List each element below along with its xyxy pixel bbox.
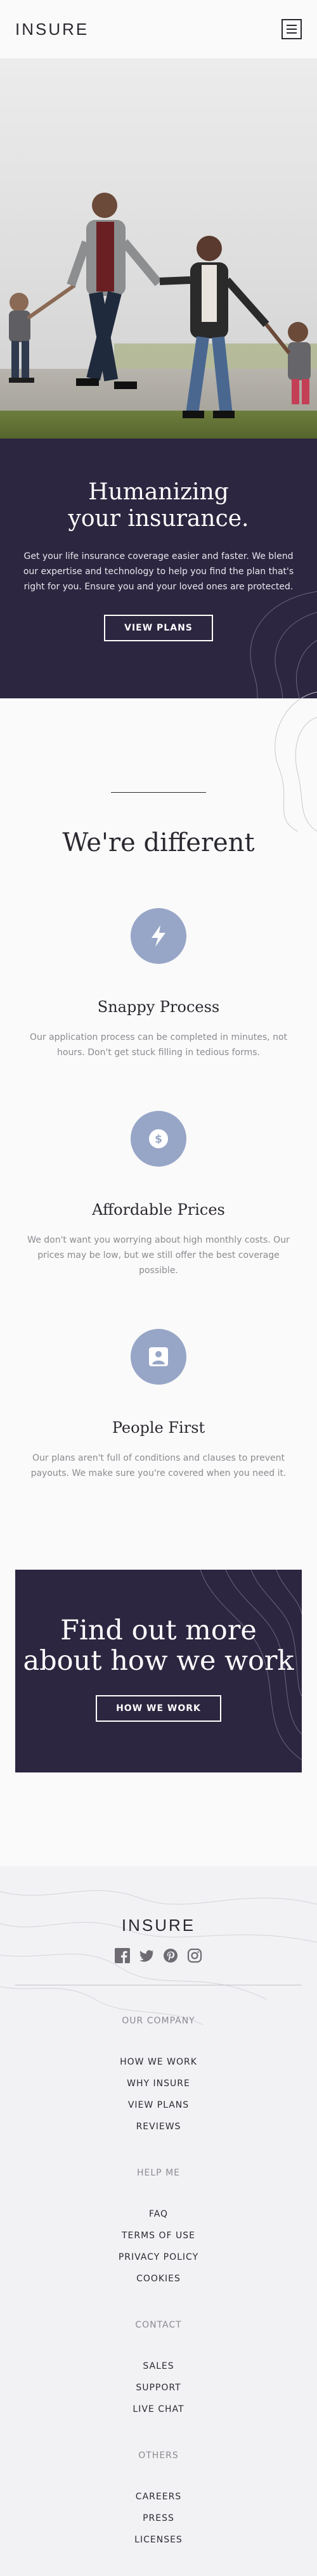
hero-title-line1: Humanizing: [88, 479, 229, 505]
hero-section: Humanizing your insurance. Get your life…: [0, 439, 317, 698]
footer-link[interactable]: LICENSES: [15, 2529, 302, 2551]
footer-group-title: CONTACT: [135, 2320, 182, 2330]
how-we-work-button[interactable]: HOW WE WORK: [96, 1695, 221, 1722]
hero-title: Humanizing your insurance.: [19, 479, 298, 532]
hero-image: [0, 58, 317, 439]
footer-link[interactable]: CAREERS: [15, 2486, 302, 2508]
footer-link[interactable]: LIVE CHAT: [15, 2399, 302, 2420]
feature-title: People First: [112, 1419, 205, 1437]
footer-group-others: OTHERS CAREERS PRESS LICENSES: [15, 2451, 302, 2551]
feature-text: Our plans aren't full of conditions and …: [30, 1453, 287, 1478]
site-footer: INSURE OUR COMPANY HOW WE WORK WHY INSUR…: [0, 1866, 317, 2576]
person-icon: [131, 1329, 186, 1385]
footer-link[interactable]: COOKIES: [15, 2268, 302, 2290]
contour-pattern-light: [275, 691, 317, 831]
hero-title-line2: your insurance.: [68, 506, 249, 532]
facebook-icon[interactable]: [115, 1948, 130, 1963]
hero-description: Get your life insurance coverage easier …: [23, 551, 294, 592]
footer-link[interactable]: WHY INSURE: [15, 2073, 302, 2094]
footer-group-contact: CONTACT SALES SUPPORT LIVE CHAT: [15, 2320, 302, 2420]
how-we-work-title-line1: Find out more: [60, 1615, 257, 1646]
how-we-work-title: Find out more about how we work: [15, 1615, 302, 1676]
footer-link[interactable]: HOW WE WORK: [15, 2051, 302, 2073]
svg-text:$: $: [155, 1133, 162, 1146]
contour-pattern: [250, 591, 317, 698]
site-header: INSURE: [0, 0, 317, 58]
footer-link[interactable]: REVIEWS: [15, 2116, 302, 2137]
footer-logo[interactable]: INSURE: [122, 1916, 195, 1935]
feature-people-first: People First Our plans aren't full of co…: [25, 1329, 292, 1481]
footer-link[interactable]: PRESS: [15, 2508, 302, 2529]
footer-link[interactable]: FAQ: [15, 2203, 302, 2225]
footer-link[interactable]: PRIVACY POLICY: [15, 2246, 302, 2268]
footer-group-title: OTHERS: [138, 2451, 179, 2461]
how-we-work-title-line2: about how we work: [23, 1645, 294, 1677]
feature-title: Snappy Process: [97, 998, 220, 1016]
footer-group-our-company: OUR COMPANY HOW WE WORK WHY INSURE VIEW …: [15, 2016, 302, 2137]
footer-group-title: OUR COMPANY: [122, 2016, 195, 2026]
hamburger-menu-icon[interactable]: [281, 19, 302, 39]
feature-title: Affordable Prices: [92, 1201, 225, 1219]
footer-link[interactable]: SUPPORT: [15, 2377, 302, 2399]
footer-link[interactable]: VIEW PLANS: [15, 2094, 302, 2116]
view-plans-button[interactable]: VIEW PLANS: [104, 615, 213, 641]
how-we-work-wrapper: Find out more about how we work HOW WE W…: [0, 1570, 317, 1866]
instagram-icon[interactable]: [187, 1948, 202, 1963]
feature-text: We don't want you worrying about high mo…: [27, 1235, 290, 1276]
twitter-icon[interactable]: [139, 1948, 154, 1963]
features-title: We're different: [62, 828, 255, 857]
family-illustration: [9, 193, 311, 418]
dollar-icon: $: [131, 1111, 186, 1167]
section-divider: [111, 792, 206, 793]
features-section: We're different Snappy Process Our appli…: [0, 691, 317, 1570]
social-links: [15, 1948, 302, 1963]
how-we-work-section: Find out more about how we work HOW WE W…: [15, 1570, 302, 1772]
feature-snappy-process: Snappy Process Our application process c…: [25, 908, 292, 1060]
footer-link[interactable]: SALES: [15, 2355, 302, 2377]
footer-group-title: HELP ME: [137, 2168, 180, 2178]
footer-link[interactable]: TERMS OF USE: [15, 2225, 302, 2246]
footer-group-help-me: HELP ME FAQ TERMS OF USE PRIVACY POLICY …: [15, 2168, 302, 2290]
lightning-icon: [131, 908, 186, 964]
logo[interactable]: INSURE: [15, 20, 89, 39]
feature-affordable-prices: $ Affordable Prices We don't want you wo…: [25, 1111, 292, 1278]
feature-text: Our application process can be completed…: [29, 1032, 287, 1058]
pinterest-icon[interactable]: [163, 1948, 178, 1963]
